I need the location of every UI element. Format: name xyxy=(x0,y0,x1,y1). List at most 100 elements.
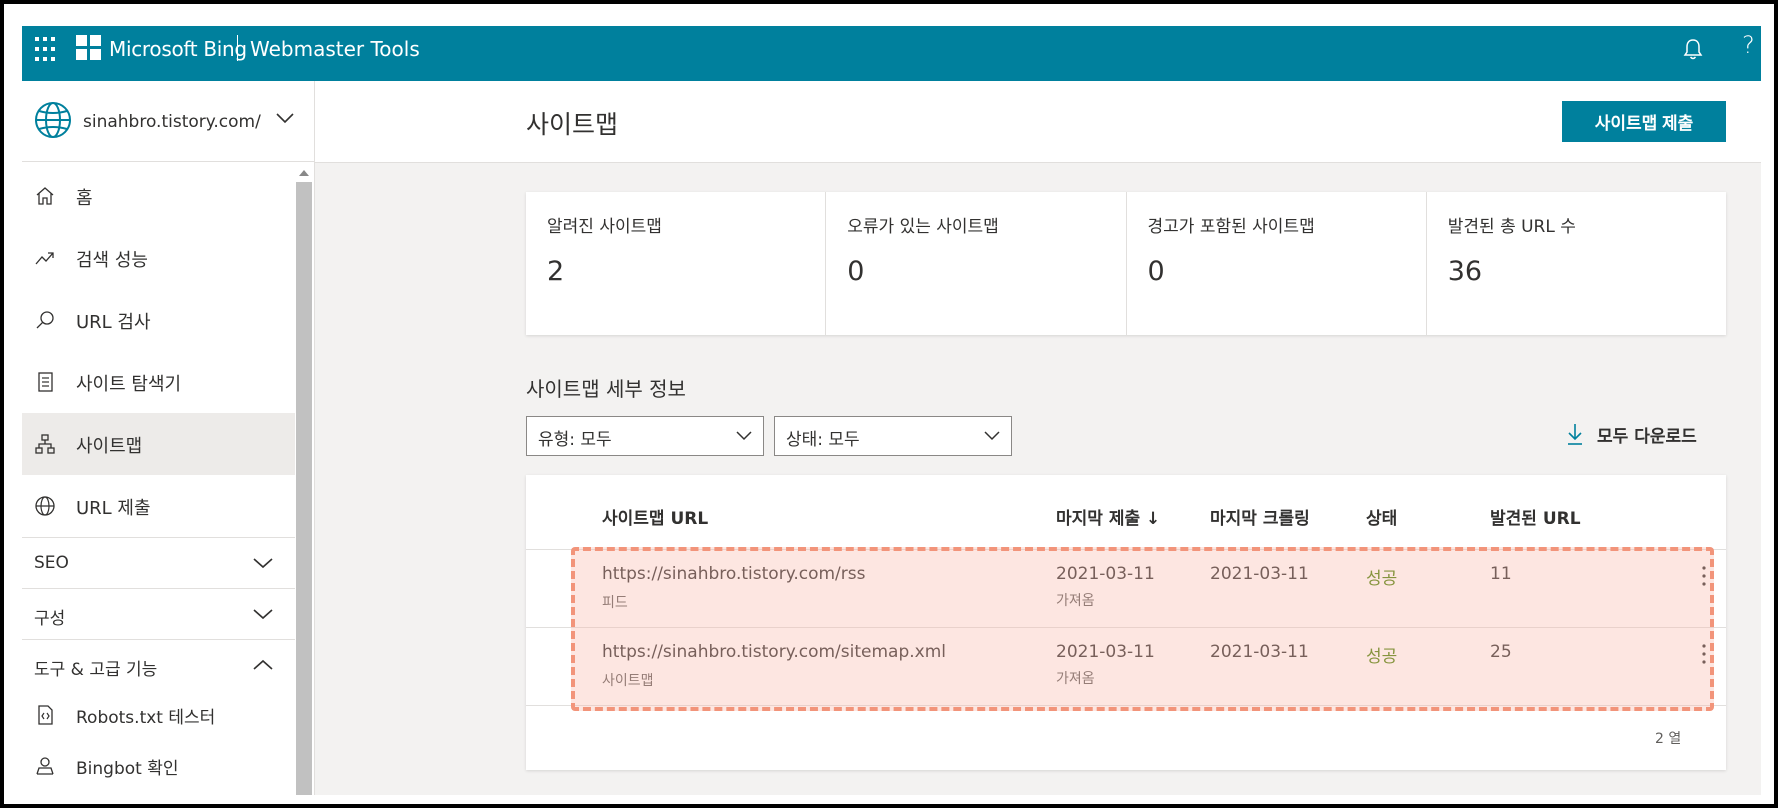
submit-sitemap-button[interactable]: 사이트맵 제출 xyxy=(1562,101,1726,142)
chevron-down-icon xyxy=(984,431,1000,441)
brand-divider xyxy=(237,35,238,61)
row-count: 2 열 xyxy=(1655,731,1682,747)
sitemap-url[interactable]: https://sinahbro.tistory.com/sitemap.xml xyxy=(602,642,946,662)
stat-label: 오류가 있는 사이트맵 xyxy=(847,217,999,237)
sitemaps-table: 사이트맵 URL 마지막 제출 ↓ 마지막 크롤링 상태 발견된 URL htt… xyxy=(526,475,1726,770)
globe-icon xyxy=(35,496,55,516)
help-icon[interactable]: ? xyxy=(1742,31,1755,59)
stat-label: 경고가 포함된 사이트맵 xyxy=(1147,217,1315,237)
sidebar-group-label: SEO xyxy=(34,553,69,573)
app-window: Microsoft Bing Webmaster Tools ? sinahbr… xyxy=(0,0,1778,808)
sidebar-item-label: URL 검사 xyxy=(76,312,151,333)
stat-warning-sitemaps: 경고가 포함된 사이트맵 0 xyxy=(1127,192,1427,335)
chevron-down-icon xyxy=(253,609,273,620)
download-all-button[interactable]: 모두 다운로드 xyxy=(1565,419,1697,449)
sidebar-group-tools[interactable]: 도구 & 고급 기능 xyxy=(22,639,295,690)
sidebar-scrollbar[interactable] xyxy=(295,166,313,795)
dropdown-value: 유형: 모두 xyxy=(538,430,612,450)
sidebar-item-robots-tester[interactable]: Robots.txt 테스터 xyxy=(22,690,295,741)
download-all-label: 모두 다운로드 xyxy=(1597,426,1697,447)
scrollbar-thumb[interactable] xyxy=(296,182,312,795)
sidebar-item-sitemaps[interactable]: 사이트맵 xyxy=(22,413,295,475)
stat-value: 0 xyxy=(847,256,865,287)
search-icon xyxy=(36,311,54,329)
sitemap-icon xyxy=(35,434,55,454)
dropdown-value: 상태: 모두 xyxy=(786,430,860,450)
status-badge: 성공 xyxy=(1366,569,1398,589)
home-icon xyxy=(36,187,54,205)
code-file-icon xyxy=(38,705,53,725)
more-options-icon[interactable] xyxy=(1700,642,1708,666)
chevron-down-icon[interactable] xyxy=(275,111,295,125)
main-content: 사이트맵 사이트맵 제출 알려진 사이트맵 2 오류가 있는 사이트맵 0 경고… xyxy=(315,81,1761,795)
discovered-urls: 25 xyxy=(1490,642,1512,662)
type-filter-dropdown[interactable]: 유형: 모두 xyxy=(526,416,764,456)
table-row[interactable]: https://sinahbro.tistory.com/sitemap.xml… xyxy=(526,628,1726,706)
sidebar-item-home[interactable]: 홈 xyxy=(22,165,295,227)
sidebar-item-label: Bingbot 확인 xyxy=(76,759,179,779)
site-selector[interactable]: sinahbro.tistory.com/ xyxy=(22,81,315,162)
trend-icon xyxy=(35,252,54,265)
sidebar-item-submit-urls[interactable]: URL 제출 xyxy=(22,475,295,537)
stat-value: 36 xyxy=(1447,256,1483,287)
stat-label: 발견된 총 URL 수 xyxy=(1447,217,1576,237)
chevron-up-icon xyxy=(253,659,273,670)
status-badge: 성공 xyxy=(1366,647,1398,667)
column-header-discovered-urls[interactable]: 발견된 URL xyxy=(1490,504,1581,529)
page-header: 사이트맵 사이트맵 제출 xyxy=(315,81,1761,163)
column-header-url[interactable]: 사이트맵 URL xyxy=(602,504,708,529)
sidebar-group-seo[interactable]: SEO xyxy=(22,537,295,588)
more-options-icon[interactable] xyxy=(1700,564,1708,588)
last-submitted: 2021-03-11 xyxy=(1056,642,1155,662)
brand-name: Microsoft Bing xyxy=(109,37,247,61)
column-header-last-submitted[interactable]: 마지막 제출 ↓ xyxy=(1056,504,1160,529)
app-launcher-icon[interactable] xyxy=(35,37,61,63)
last-submitted: 2021-03-11 xyxy=(1056,564,1155,584)
scroll-up-arrow-icon[interactable] xyxy=(299,170,309,176)
sidebar-item-site-explorer[interactable]: 사이트 탐색기 xyxy=(22,351,295,413)
sidebar-item-label: 검색 성능 xyxy=(76,250,148,271)
sidebar-item-label: 홈 xyxy=(76,188,93,209)
download-icon xyxy=(1568,424,1582,445)
sidebar-item-search-performance[interactable]: 검색 성능 xyxy=(22,227,295,289)
bot-icon xyxy=(36,757,54,775)
stat-known-sitemaps: 알려진 사이트맵 2 xyxy=(526,192,827,335)
product-name[interactable]: Webmaster Tools xyxy=(250,37,420,61)
section-title: 사이트맵 세부 정보 xyxy=(526,377,686,401)
sidebar-group-configuration[interactable]: 구성 xyxy=(22,588,295,639)
last-crawled: 2021-03-11 xyxy=(1210,642,1309,662)
microsoft-logo-icon xyxy=(76,35,101,60)
site-name: sinahbro.tistory.com/ xyxy=(83,112,261,132)
discovered-urls: 11 xyxy=(1490,564,1512,584)
stat-total-urls: 발견된 총 URL 수 36 xyxy=(1427,192,1726,335)
submitted-method: 가져옴 xyxy=(1056,593,1095,609)
sidebar-item-label: 사이트맵 xyxy=(76,436,143,457)
sidebar-nav: 홈 검색 성능 URL 검사 사이트 탐색기 사이트맵 URL 제출 SEO 구… xyxy=(22,165,295,792)
table-row[interactable]: https://sinahbro.tistory.com/rss 피드 2021… xyxy=(526,550,1726,628)
globe-icon xyxy=(35,102,71,138)
top-bar: Microsoft Bing Webmaster Tools ? xyxy=(22,26,1761,81)
sidebar-group-label: 구성 xyxy=(34,609,66,629)
chevron-down-icon xyxy=(736,431,752,441)
sidebar-item-label: URL 제출 xyxy=(76,498,151,519)
notification-bell-icon[interactable] xyxy=(1678,34,1708,64)
submitted-method: 가져옴 xyxy=(1056,671,1095,687)
status-filter-dropdown[interactable]: 상태: 모두 xyxy=(774,416,1012,456)
sitemap-url[interactable]: https://sinahbro.tistory.com/rss xyxy=(602,564,865,584)
stat-label: 알려진 사이트맵 xyxy=(547,217,662,237)
sidebar-item-label: Robots.txt 테스터 xyxy=(76,708,216,728)
last-crawled: 2021-03-11 xyxy=(1210,564,1309,584)
stat-error-sitemaps: 오류가 있는 사이트맵 0 xyxy=(826,192,1127,335)
column-header-status[interactable]: 상태 xyxy=(1366,504,1397,529)
sidebar: sinahbro.tistory.com/ 홈 검색 성능 URL 검사 사이트… xyxy=(22,81,315,795)
column-header-last-crawled[interactable]: 마지막 크롤링 xyxy=(1210,504,1310,529)
chevron-down-icon xyxy=(253,558,273,569)
document-icon xyxy=(38,372,53,392)
sidebar-item-verify-bingbot[interactable]: Bingbot 확인 xyxy=(22,741,295,792)
stats-card: 알려진 사이트맵 2 오류가 있는 사이트맵 0 경고가 포함된 사이트맵 0 … xyxy=(526,192,1726,335)
sitemap-type: 사이트맵 xyxy=(602,673,654,689)
stat-value: 0 xyxy=(1147,256,1165,287)
sitemap-type: 피드 xyxy=(602,595,628,611)
sidebar-group-label: 도구 & 고급 기능 xyxy=(34,660,158,680)
sidebar-item-url-inspection[interactable]: URL 검사 xyxy=(22,289,295,351)
